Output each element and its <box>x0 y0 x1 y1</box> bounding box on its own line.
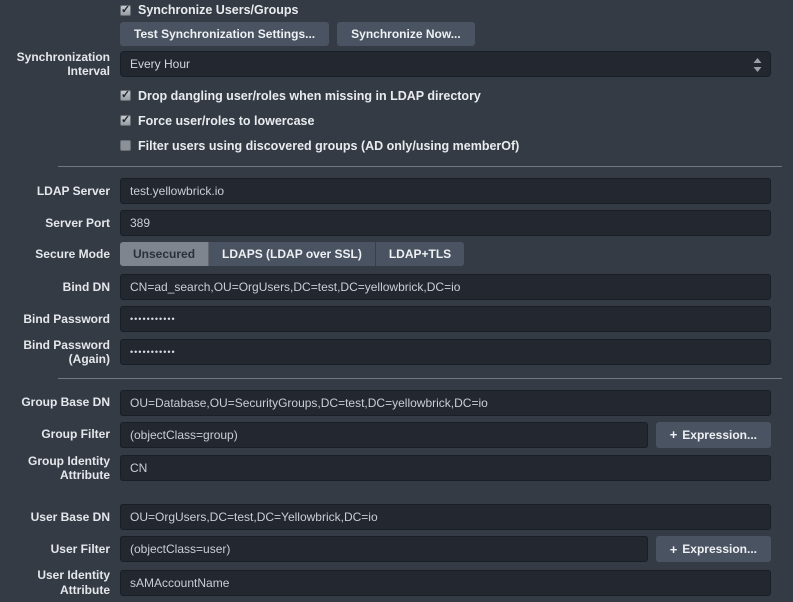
bind-dn-label: Bind DN <box>0 280 120 294</box>
secure-mode-row: Secure Mode Unsecured LDAPS (LDAP over S… <box>0 242 793 266</box>
user-base-dn-label: User Base DN <box>0 510 120 524</box>
bind-password-label: Bind Password <box>0 312 120 326</box>
plus-icon: + <box>670 542 678 557</box>
section-divider <box>58 166 782 167</box>
synchronization-interval-row: Synchronization Interval Every Hour <box>0 50 793 79</box>
synchronization-interval-value: Every Hour <box>130 57 190 71</box>
bind-password-row: Bind Password <box>0 306 793 332</box>
filter-users-discovered-groups-label: Filter users using discovered groups (AD… <box>138 139 519 153</box>
group-filter-label: Group Filter <box>0 427 120 441</box>
section-divider <box>58 378 782 379</box>
group-identity-attribute-input[interactable] <box>120 455 771 481</box>
drop-dangling-label: Drop dangling user/roles when missing in… <box>138 89 481 103</box>
user-identity-attribute-input[interactable] <box>120 570 771 596</box>
force-lowercase-checkbox[interactable] <box>120 115 131 126</box>
option-row: Force user/roles to lowercase <box>0 114 793 128</box>
test-synchronization-settings-button[interactable]: Test Synchronization Settings... <box>120 22 329 46</box>
synchronization-interval-label: Synchronization Interval <box>0 50 120 79</box>
secure-mode-segmented-control: Unsecured LDAPS (LDAP over SSL) LDAP+TLS <box>120 242 464 266</box>
force-lowercase-label: Force user/roles to lowercase <box>138 114 314 128</box>
group-identity-attribute-row: Group Identity Attribute <box>0 454 793 483</box>
server-port-row: Server Port <box>0 210 793 236</box>
server-port-input[interactable] <box>120 210 771 236</box>
group-base-dn-label: Group Base DN <box>0 395 120 409</box>
option-row: Drop dangling user/roles when missing in… <box>0 89 793 103</box>
sync-users-groups-row: Synchronize Users/Groups <box>0 3 793 17</box>
user-identity-attribute-label: User Identity Attribute <box>0 568 120 597</box>
ldap-server-label: LDAP Server <box>0 184 120 198</box>
server-port-label: Server Port <box>0 216 120 230</box>
group-filter-row: Group Filter +Expression... <box>0 422 793 448</box>
bind-password-input[interactable] <box>120 306 771 332</box>
sync-actions-row: Test Synchronization Settings... Synchro… <box>0 22 793 46</box>
bind-password-again-row: Bind Password (Again) <box>0 338 793 367</box>
bind-password-again-label: Bind Password (Again) <box>0 338 120 367</box>
user-filter-row: User Filter +Expression... <box>0 536 793 562</box>
group-base-dn-input[interactable] <box>120 390 771 416</box>
group-identity-attribute-label: Group Identity Attribute <box>0 454 120 483</box>
ldap-server-input[interactable] <box>120 178 771 204</box>
filter-users-discovered-groups-checkbox[interactable] <box>120 140 131 151</box>
synchronization-interval-select[interactable]: Every Hour <box>120 51 771 77</box>
secure-mode-option-ldaps[interactable]: LDAPS (LDAP over SSL) <box>209 242 376 266</box>
bind-dn-row: Bind DN <box>0 274 793 300</box>
group-filter-input[interactable] <box>120 422 648 448</box>
user-base-dn-input[interactable] <box>120 504 771 530</box>
option-row: Filter users using discovered groups (AD… <box>0 139 793 153</box>
user-identity-attribute-row: User Identity Attribute <box>0 568 793 597</box>
user-base-dn-row: User Base DN <box>0 504 793 530</box>
user-filter-input[interactable] <box>120 536 648 562</box>
bind-password-again-input[interactable] <box>120 339 771 365</box>
group-filter-expression-button[interactable]: +Expression... <box>656 422 771 448</box>
ldap-settings-form: Synchronize Users/Groups Test Synchroniz… <box>0 0 793 602</box>
user-filter-label: User Filter <box>0 542 120 556</box>
sync-users-groups-label: Synchronize Users/Groups <box>138 3 298 17</box>
synchronize-now-button[interactable]: Synchronize Now... <box>337 22 475 46</box>
user-filter-expression-button[interactable]: +Expression... <box>656 536 771 562</box>
secure-mode-option-ldap-tls[interactable]: LDAP+TLS <box>376 242 464 266</box>
bind-dn-input[interactable] <box>120 274 771 300</box>
drop-dangling-checkbox[interactable] <box>120 90 131 101</box>
group-base-dn-row: Group Base DN <box>0 390 793 416</box>
sync-users-groups-checkbox[interactable] <box>120 5 131 16</box>
plus-icon: + <box>670 427 678 442</box>
secure-mode-label: Secure Mode <box>0 247 120 261</box>
select-stepper-icon <box>753 58 762 75</box>
secure-mode-option-unsecured[interactable]: Unsecured <box>120 242 209 266</box>
ldap-server-row: LDAP Server <box>0 178 793 204</box>
